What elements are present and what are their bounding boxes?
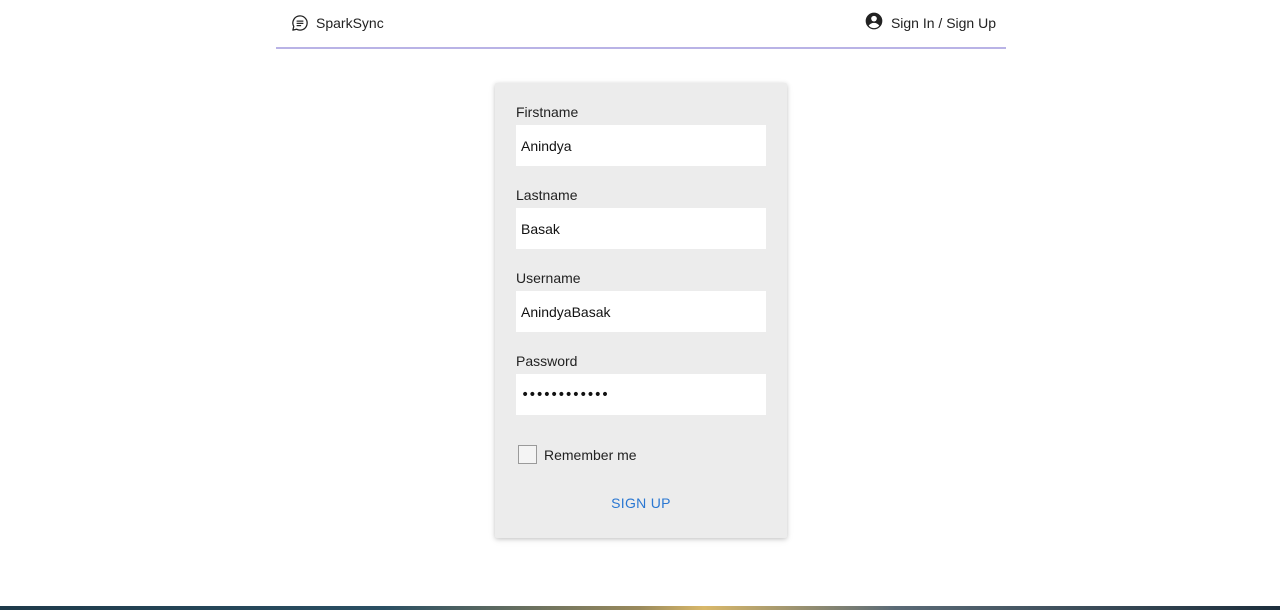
password-input[interactable]: [516, 374, 766, 415]
remember-me-toggle[interactable]: Remember me: [518, 445, 637, 464]
signup-form-card: Firstname Lastname Username Password Rem…: [495, 83, 787, 538]
firstname-input[interactable]: [516, 125, 766, 166]
username-label: Username: [516, 270, 581, 286]
auth-link-label: Sign In / Sign Up: [890, 15, 996, 31]
sign-up-button[interactable]: SIGN UP: [591, 492, 691, 514]
chat-bubble-icon: [291, 14, 309, 32]
lastname-input[interactable]: [516, 208, 766, 249]
account-circle-icon: [864, 11, 884, 36]
remember-me-checkbox[interactable]: [518, 445, 537, 464]
remember-me-label: Remember me: [544, 446, 637, 463]
username-input[interactable]: [516, 291, 766, 332]
lastname-label: Lastname: [516, 187, 578, 203]
brand-name: SparkSync: [316, 15, 384, 31]
top-navbar: SparkSync Sign In / Sign Up: [276, 0, 1006, 49]
bottom-edge-strip: [0, 606, 1280, 610]
password-label: Password: [516, 353, 578, 369]
brand-link[interactable]: SparkSync: [291, 13, 384, 33]
sign-in-sign-up-link[interactable]: Sign In / Sign Up: [864, 12, 996, 34]
firstname-label: Firstname: [516, 104, 579, 120]
